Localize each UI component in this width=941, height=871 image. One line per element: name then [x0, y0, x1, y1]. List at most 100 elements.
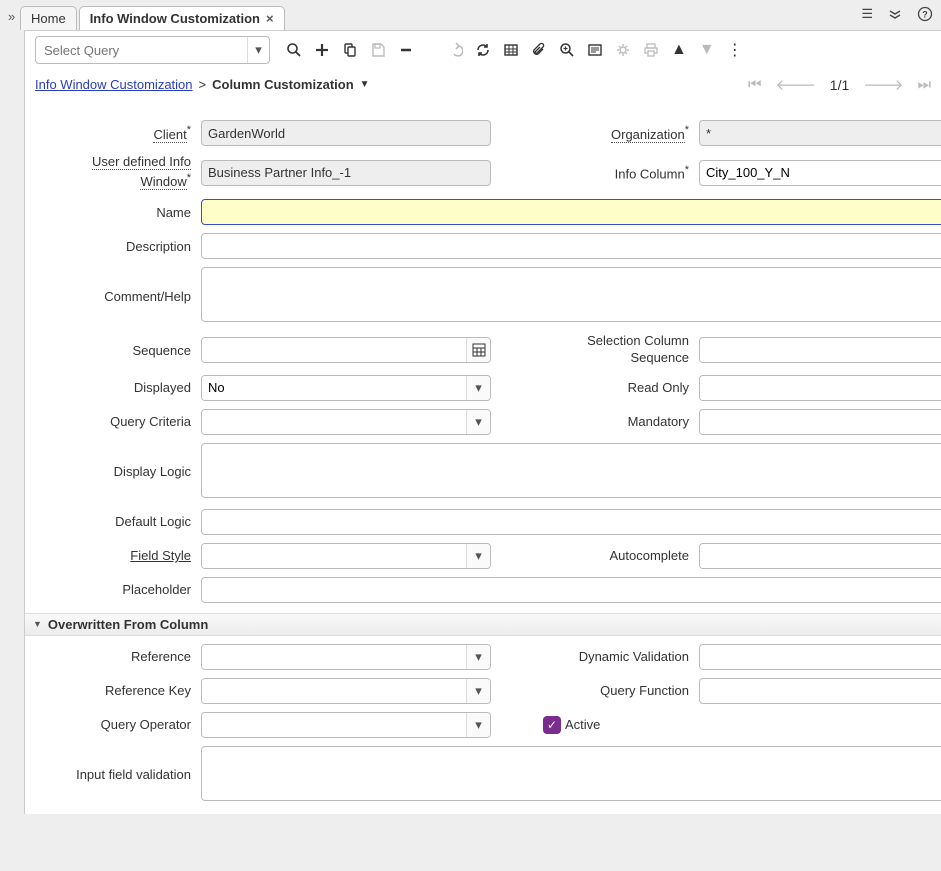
- comment-help-field[interactable]: [201, 267, 941, 322]
- label-reference: Reference: [55, 649, 195, 664]
- menu-icon[interactable]: ☰: [861, 6, 873, 25]
- displayed-combo[interactable]: ▾: [201, 375, 491, 401]
- query-select[interactable]: ▾: [35, 36, 270, 64]
- field-style-combo[interactable]: ▾: [201, 543, 491, 569]
- page-indicator: 1/1: [830, 77, 849, 93]
- report-icon[interactable]: [587, 42, 603, 58]
- label-query-criteria: Query Criteria: [55, 414, 195, 429]
- first-record-icon: ⏮: [748, 76, 762, 93]
- label-info-column: Info Column*: [543, 164, 693, 181]
- print-icon: [643, 42, 659, 58]
- reference-key-input[interactable]: [202, 679, 466, 703]
- user-defined-info-window-field: [201, 160, 491, 186]
- breadcrumb-parent[interactable]: Info Window Customization: [35, 77, 193, 92]
- label-description: Description: [55, 239, 195, 254]
- delete-icon[interactable]: [398, 42, 414, 58]
- section-label: Overwritten From Column: [48, 617, 208, 632]
- reference-combo[interactable]: ▾: [201, 644, 491, 670]
- calculator-icon[interactable]: [466, 338, 490, 362]
- separator: [430, 40, 431, 60]
- query-function-field[interactable]: [699, 678, 941, 704]
- prev-record-icon: 🡐: [776, 75, 816, 94]
- label-dynamic-validation: Dynamic Validation: [543, 649, 693, 664]
- label-query-operator: Query Operator: [55, 717, 195, 732]
- reference-input[interactable]: [202, 645, 466, 669]
- save-icon: [370, 42, 386, 58]
- chevron-down-icon[interactable]: ▾: [466, 713, 490, 737]
- chevron-down-icon[interactable]: ▾: [466, 645, 490, 669]
- dynamic-validation-combo[interactable]: ▾: [699, 644, 941, 670]
- placeholder-field[interactable]: [201, 577, 941, 603]
- label-client: Client*: [55, 124, 195, 141]
- refresh-icon[interactable]: [475, 42, 491, 58]
- query-criteria-input[interactable]: [202, 410, 466, 434]
- reference-key-combo[interactable]: ▾: [201, 678, 491, 704]
- next-record-icon: 🡒: [863, 75, 903, 94]
- chevron-down-icon[interactable]: ▼: [360, 79, 370, 90]
- dynamic-validation-input[interactable]: [700, 645, 941, 669]
- label-mandatory: Mandatory: [543, 414, 693, 429]
- description-field[interactable]: [201, 233, 941, 259]
- help-icon[interactable]: ?: [917, 6, 933, 25]
- close-icon[interactable]: ×: [266, 11, 274, 26]
- new-icon[interactable]: [314, 42, 330, 58]
- autocomplete-input[interactable]: [700, 544, 941, 568]
- query-operator-input[interactable]: [202, 713, 466, 737]
- info-column-field[interactable]: [699, 160, 941, 186]
- active-checkbox[interactable]: ✓: [543, 716, 561, 734]
- name-field[interactable]: [201, 199, 941, 225]
- default-logic-field[interactable]: [201, 509, 941, 535]
- chevron-down-icon[interactable]: ▾: [466, 410, 490, 434]
- label-autocomplete: Autocomplete: [543, 548, 693, 563]
- chevron-down-icon[interactable]: ▾: [466, 376, 490, 400]
- query-criteria-combo[interactable]: ▾: [201, 409, 491, 435]
- zoom-icon[interactable]: [559, 42, 575, 58]
- copy-icon[interactable]: [342, 42, 358, 58]
- label-default-logic: Default Logic: [55, 514, 195, 529]
- display-logic-field[interactable]: [201, 443, 941, 498]
- selection-column-sequence-input[interactable]: [700, 338, 941, 362]
- tab-info-window-customization[interactable]: Info Window Customization ×: [79, 6, 285, 30]
- more-icon[interactable]: ⋮: [727, 40, 743, 60]
- label-active: Active: [565, 717, 600, 732]
- label-input-field-validation: Input field validation: [55, 767, 195, 782]
- svg-text:?: ?: [922, 9, 928, 19]
- arrow-down-icon: ▼: [699, 41, 715, 59]
- organization-field: [699, 120, 941, 146]
- selection-column-sequence-field[interactable]: [699, 337, 941, 363]
- breadcrumb-sep: >: [199, 77, 207, 92]
- caret-down-icon: ▼: [33, 619, 42, 629]
- mandatory-input[interactable]: [700, 410, 941, 434]
- chevron-down-icon[interactable]: ▾: [466, 544, 490, 568]
- collapse-icon[interactable]: [887, 6, 903, 25]
- label-sequence: Sequence: [55, 343, 195, 358]
- sequence-field[interactable]: [201, 337, 491, 363]
- field-style-input[interactable]: [202, 544, 466, 568]
- arrow-up-icon[interactable]: ▲: [671, 41, 687, 59]
- breadcrumb: Info Window Customization > Column Custo…: [35, 77, 370, 92]
- chevron-down-icon[interactable]: ▾: [466, 679, 490, 703]
- grid-toggle-icon[interactable]: [503, 42, 519, 58]
- read-only-input[interactable]: [700, 376, 941, 400]
- expand-icon[interactable]: »: [4, 3, 20, 30]
- mandatory-combo[interactable]: ▾: [699, 409, 941, 435]
- undo-icon: [447, 42, 463, 58]
- last-record-icon: ⏭: [917, 76, 931, 93]
- autocomplete-combo[interactable]: ▾: [699, 543, 941, 569]
- tab-home[interactable]: Home: [20, 6, 77, 30]
- label-organization: Organization*: [543, 124, 693, 141]
- query-select-input[interactable]: [36, 43, 247, 58]
- displayed-input[interactable]: [202, 376, 466, 400]
- client-field: [201, 120, 491, 146]
- label-user-defined-info-window: User defined Info Window*: [55, 154, 195, 191]
- section-overwritten-from-column[interactable]: ▼ Overwritten From Column: [25, 613, 941, 636]
- read-only-combo[interactable]: ▾: [699, 375, 941, 401]
- query-operator-combo[interactable]: ▾: [201, 712, 491, 738]
- sequence-input[interactable]: [202, 338, 466, 362]
- label-name: Name: [55, 205, 195, 220]
- attachment-icon[interactable]: [531, 42, 547, 58]
- chevron-down-icon[interactable]: ▾: [247, 37, 269, 63]
- label-selection-column-sequence: Selection Column Sequence: [543, 333, 693, 367]
- input-field-validation-field[interactable]: [201, 746, 941, 801]
- search-icon[interactable]: [286, 42, 302, 58]
